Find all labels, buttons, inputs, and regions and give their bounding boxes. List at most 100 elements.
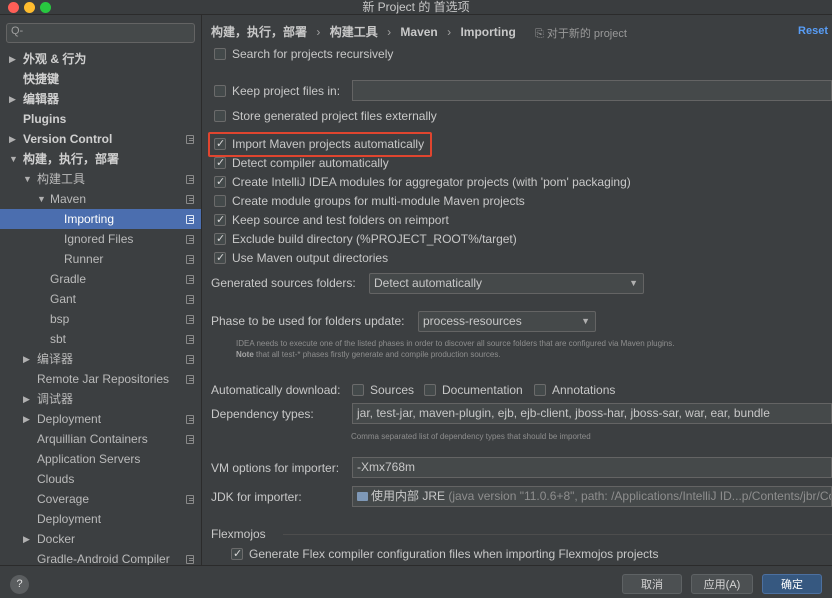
tree-item-docker[interactable]: ▶ Docker bbox=[0, 529, 201, 549]
tree-item-gradle-android-compiler[interactable]: Gradle-Android Compiler bbox=[0, 549, 201, 565]
tree-item-version-control[interactable]: ▶ Version Control bbox=[0, 129, 201, 149]
tree-item-debugger[interactable]: ▶ 调试器 bbox=[0, 389, 201, 409]
tree-item-bsp[interactable]: bsp bbox=[0, 309, 201, 329]
tree-item-plugins[interactable]: Plugins bbox=[0, 109, 201, 129]
option-label: Detect compiler automatically bbox=[232, 156, 389, 170]
store-externally-option[interactable]: Store generated project files externally bbox=[214, 107, 437, 125]
expand-arrow-icon[interactable]: ▶ bbox=[23, 409, 30, 429]
tree-item-keymap[interactable]: 快捷键 bbox=[0, 69, 201, 89]
breadcrumb-item: 构建，执行，部署 bbox=[211, 25, 308, 39]
create-module-groups-option[interactable]: Create module groups for multi-module Ma… bbox=[214, 192, 525, 210]
tree-item-clouds[interactable]: Clouds bbox=[0, 469, 201, 489]
collapse-arrow-icon[interactable]: ▼ bbox=[37, 189, 46, 209]
store-externally-checkbox[interactable] bbox=[214, 110, 226, 122]
tree-item-sbt[interactable]: sbt bbox=[0, 329, 201, 349]
option-label: Search for projects recursively bbox=[232, 47, 394, 61]
reset-link[interactable]: Reset bbox=[798, 25, 828, 37]
expand-arrow-icon[interactable]: ▶ bbox=[9, 49, 16, 69]
download-sources-option[interactable]: Sources bbox=[352, 381, 414, 399]
tree-item-compiler[interactable]: ▶ 编译器 bbox=[0, 349, 201, 369]
phase-note: Note that all test-* phases firstly gene… bbox=[236, 349, 501, 360]
breadcrumb: 构建，执行，部署 › 构建工具 › Maven › Importing bbox=[211, 23, 522, 39]
tree-item-label: Gradle bbox=[50, 272, 87, 286]
breadcrumb-separator: › bbox=[447, 25, 452, 39]
download-sources-checkbox[interactable] bbox=[352, 384, 364, 396]
create-modules-checkbox[interactable] bbox=[214, 173, 226, 191]
phase-dropdown[interactable]: process-resources ▼ bbox=[418, 311, 596, 332]
option-label: Create IntelliJ IDEA modules for aggrega… bbox=[232, 175, 631, 189]
note-text: that all test-* phases firstly generate … bbox=[253, 350, 501, 359]
project-scope-icon bbox=[186, 195, 194, 204]
download-documentation-checkbox[interactable] bbox=[424, 384, 436, 396]
tree-item-label: Deployment bbox=[37, 512, 102, 526]
project-scope-icon bbox=[186, 295, 194, 304]
expand-arrow-icon[interactable]: ▶ bbox=[23, 529, 30, 549]
generate-flex-config-checkbox[interactable] bbox=[231, 545, 243, 563]
project-scope-icon bbox=[186, 415, 194, 424]
use-output-dirs-checkbox[interactable] bbox=[214, 249, 226, 267]
tree-item-label: Docker bbox=[37, 532, 76, 546]
project-scope-icon bbox=[186, 375, 194, 384]
expand-arrow-icon[interactable]: ▶ bbox=[23, 349, 30, 369]
exclude-build-dir-checkbox[interactable] bbox=[214, 230, 226, 248]
vm-options-input[interactable]: -Xmx768m bbox=[352, 457, 832, 478]
settings-tree: ▶ 外观 & 行为 快捷键 ▶ 编辑器 Plugins ▶ Version Co… bbox=[0, 49, 201, 565]
auto-download-label: Automatically download: bbox=[211, 383, 341, 397]
tree-item-build-execution-deployment[interactable]: ▼ 构建，执行，部署 bbox=[0, 149, 201, 169]
keep-source-folders-checkbox[interactable] bbox=[214, 211, 226, 229]
tree-item-remote-jar-repositories[interactable]: Remote Jar Repositories bbox=[0, 369, 201, 389]
download-annotations-checkbox[interactable] bbox=[534, 384, 546, 396]
import-automatically-checkbox[interactable] bbox=[214, 135, 226, 153]
tree-item-maven[interactable]: ▼ Maven bbox=[0, 189, 201, 209]
help-button[interactable]: ? bbox=[10, 575, 29, 594]
tree-item-coverage[interactable]: Coverage bbox=[0, 489, 201, 509]
cancel-button[interactable]: 取消 bbox=[622, 574, 682, 594]
search-recursively-checkbox[interactable] bbox=[214, 48, 226, 60]
tree-item-arquillian-containers[interactable]: Arquillian Containers bbox=[0, 429, 201, 449]
create-module-groups-checkbox[interactable] bbox=[214, 195, 226, 207]
tree-item-deployment[interactable]: ▶ Deployment bbox=[0, 409, 201, 429]
keep-project-files-option[interactable]: Keep project files in: bbox=[214, 82, 340, 100]
generate-flex-config-option[interactable]: Generate Flex compiler configuration fil… bbox=[231, 545, 659, 563]
maven-importing-panel: 构建，执行，部署 › 构建工具 › Maven › Importing ⎘ 对于… bbox=[203, 15, 832, 565]
dependency-types-input[interactable]: jar, test-jar, maven-plugin, ejb, ejb-cl… bbox=[352, 403, 832, 424]
generated-sources-dropdown[interactable]: Detect automatically ▼ bbox=[369, 273, 644, 294]
detect-compiler-option[interactable]: Detect compiler automatically bbox=[214, 154, 389, 172]
tree-item-label: Clouds bbox=[37, 472, 75, 486]
use-output-dirs-option[interactable]: Use Maven output directories bbox=[214, 249, 388, 267]
ok-button[interactable]: 确定 bbox=[762, 574, 822, 594]
tree-item-label: sbt bbox=[50, 332, 67, 346]
tree-item-runner[interactable]: Runner bbox=[0, 249, 201, 269]
tree-item-build-tools[interactable]: ▼ 构建工具 bbox=[0, 169, 201, 189]
project-scope-icon bbox=[186, 435, 194, 444]
download-annotations-option[interactable]: Annotations bbox=[534, 381, 615, 399]
jdk-dropdown[interactable]: 使用内部 JRE (java version "11.0.6+8", path:… bbox=[352, 486, 832, 507]
apply-button[interactable]: 应用(A) bbox=[691, 574, 753, 594]
tree-item-ignored-files[interactable]: Ignored Files bbox=[0, 229, 201, 249]
tree-item-application-servers[interactable]: Application Servers bbox=[0, 449, 201, 469]
tree-item-gant[interactable]: Gant bbox=[0, 289, 201, 309]
tree-item-gradle[interactable]: Gradle bbox=[0, 269, 201, 289]
tree-item-appearance[interactable]: ▶ 外观 & 行为 bbox=[0, 49, 201, 69]
create-modules-option[interactable]: Create IntelliJ IDEA modules for aggrega… bbox=[214, 173, 631, 191]
detect-compiler-checkbox[interactable] bbox=[214, 154, 226, 172]
collapse-arrow-icon[interactable]: ▼ bbox=[23, 169, 32, 189]
expand-arrow-icon[interactable]: ▶ bbox=[9, 129, 16, 149]
tree-item-deployment-2[interactable]: Deployment bbox=[0, 509, 201, 529]
tree-item-editor[interactable]: ▶ 编辑器 bbox=[0, 89, 201, 109]
expand-arrow-icon[interactable]: ▶ bbox=[23, 389, 30, 409]
exclude-build-dir-option[interactable]: Exclude build directory (%PROJECT_ROOT%/… bbox=[214, 230, 517, 248]
keep-source-folders-option[interactable]: Keep source and test folders on reimport bbox=[214, 211, 449, 229]
download-documentation-option[interactable]: Documentation bbox=[424, 381, 523, 399]
tree-item-importing[interactable]: Importing bbox=[0, 209, 201, 229]
project-scope-icon bbox=[186, 175, 194, 184]
keep-project-files-checkbox[interactable] bbox=[214, 85, 226, 97]
tree-item-label: Remote Jar Repositories bbox=[37, 372, 170, 386]
settings-search-input[interactable]: Q- bbox=[6, 23, 195, 43]
collapse-arrow-icon[interactable]: ▼ bbox=[9, 149, 18, 169]
breadcrumb-separator: › bbox=[316, 25, 321, 39]
project-files-path-input[interactable] bbox=[352, 80, 832, 101]
import-automatically-option[interactable]: Import Maven projects automatically bbox=[214, 135, 424, 153]
expand-arrow-icon[interactable]: ▶ bbox=[9, 89, 16, 109]
search-recursively-option[interactable]: Search for projects recursively bbox=[214, 45, 393, 63]
